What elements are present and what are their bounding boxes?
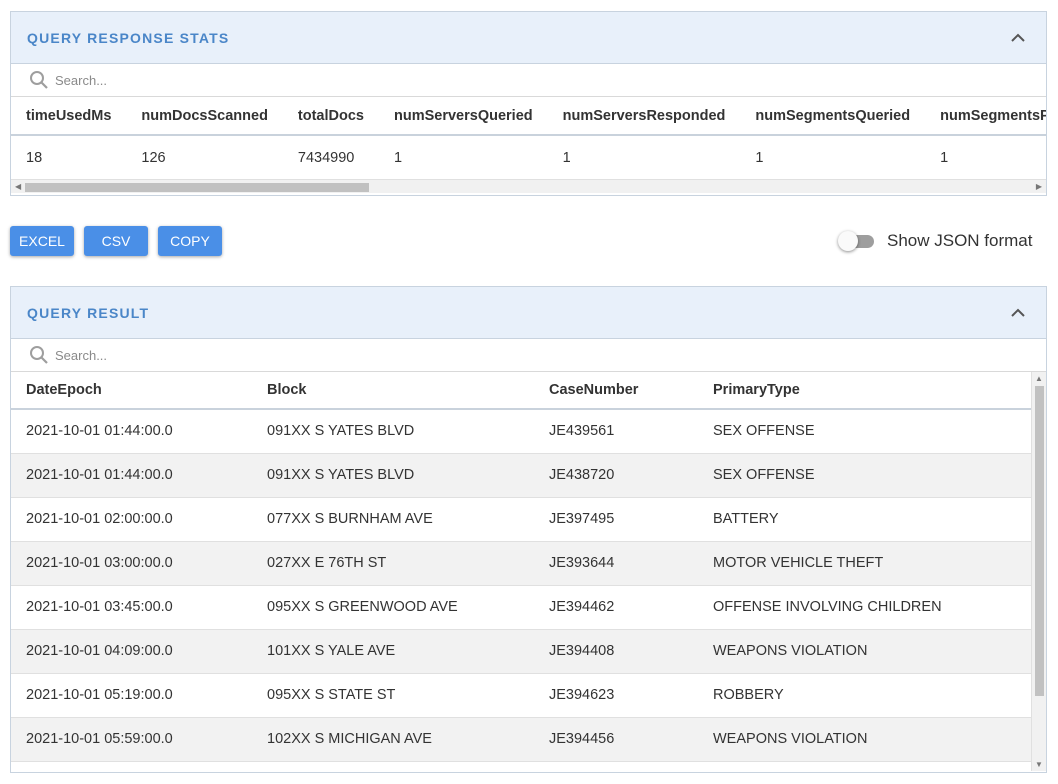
table-cell: 2021-10-01 01:44:00.0: [11, 453, 252, 498]
table-cell: 2021-10-01 01:44:00.0: [11, 409, 252, 454]
stats-table: timeUsedMs numDocsScanned totalDocs numS…: [11, 97, 1046, 179]
table-cell: 2021-10-01 04:09:00.0: [11, 629, 252, 674]
table-cell: 095XX S GREENWOOD AVE: [252, 585, 534, 630]
column-header[interactable]: totalDocs: [282, 97, 379, 136]
table-row[interactable]: 2021-10-01 02:00:00.0 077XX S BURNHAM AV…: [11, 497, 1031, 542]
column-header[interactable]: numServersQueried: [379, 97, 548, 136]
table-cell: 1: [940, 149, 949, 166]
table-cell: 077XX S BURNHAM AVE: [252, 497, 534, 542]
column-header[interactable]: numSegmentsProcessed: [925, 97, 1046, 136]
table-cell: JE397495: [534, 497, 698, 542]
table-cell: ROBBERY: [698, 673, 1031, 718]
column-header[interactable]: DateEpoch: [11, 372, 252, 410]
table-cell: 091XX S YATES BLVD: [252, 453, 534, 498]
table-cell: 101XX S YALE AVE: [252, 629, 534, 674]
scroll-down-icon[interactable]: ▼: [1035, 760, 1043, 769]
table-cell: 2021-10-01 03:00:00.0: [11, 541, 252, 586]
table-row[interactable]: 2021-10-01 05:19:00.0 095XX S STATE ST J…: [11, 673, 1031, 718]
table-cell: OFFENSE INVOLVING CHILDREN: [698, 585, 1031, 630]
table-cell: JE394408: [534, 629, 698, 674]
table-cell: JE394623: [534, 673, 698, 718]
stats-table-container: timeUsedMs numDocsScanned totalDocs numS…: [11, 97, 1046, 193]
result-table: DateEpoch Block CaseNumber PrimaryType 2…: [11, 372, 1031, 762]
table-cell: JE439561: [534, 409, 698, 454]
table-cell: JE438720: [534, 453, 698, 498]
json-format-toggle[interactable]: [838, 231, 876, 251]
table-cell: 2021-10-01 02:00:00.0: [11, 497, 252, 542]
scrollbar-thumb[interactable]: [1035, 386, 1044, 696]
table-cell: SEX OFFENSE: [698, 453, 1031, 498]
table-cell: JE394462: [534, 585, 698, 630]
table-cell: WEAPONS VIOLATION: [698, 629, 1031, 674]
column-header[interactable]: CaseNumber: [534, 372, 698, 410]
column-header[interactable]: numDocsScanned: [126, 97, 283, 136]
stats-header-row: timeUsedMs numDocsScanned totalDocs numS…: [11, 97, 1046, 136]
stats-panel-header[interactable]: QUERY RESPONSE STATS: [11, 12, 1046, 64]
stats-search-bar: [11, 64, 1046, 97]
table-cell: 027XX E 76TH ST: [252, 541, 534, 586]
table-cell: 7434990: [297, 149, 355, 166]
toggle-knob: [838, 231, 858, 251]
table-cell: 1: [394, 149, 403, 166]
chevron-up-icon[interactable]: [1008, 28, 1028, 48]
table-cell: 2021-10-01 05:19:00.0: [11, 673, 252, 718]
vertical-scrollbar[interactable]: ▲ ▼: [1031, 372, 1046, 771]
table-cell: SEX OFFENSE: [698, 409, 1031, 454]
table-row[interactable]: 2021-10-01 05:59:00.0 102XX S MICHIGAN A…: [11, 717, 1031, 762]
json-format-toggle-label[interactable]: Show JSON format: [887, 231, 1033, 251]
result-panel-header[interactable]: QUERY RESULT: [11, 287, 1046, 339]
stats-search-input[interactable]: [55, 70, 455, 90]
column-header[interactable]: timeUsedMs: [11, 97, 127, 136]
column-header[interactable]: numSegmentsQueried: [740, 97, 926, 136]
table-row[interactable]: 2021-10-01 04:09:00.0 101XX S YALE AVE J…: [11, 629, 1031, 674]
search-icon: [29, 345, 49, 365]
scroll-up-icon[interactable]: ▲: [1035, 374, 1043, 383]
result-table-container: DateEpoch Block CaseNumber PrimaryType 2…: [11, 372, 1046, 771]
table-cell: 091XX S YATES BLVD: [252, 409, 534, 454]
table-cell: 095XX S STATE ST: [252, 673, 534, 718]
table-cell: JE394456: [534, 717, 698, 762]
scrollbar-thumb[interactable]: [25, 183, 369, 192]
table-cell: 126: [141, 149, 166, 166]
horizontal-scrollbar[interactable]: ◀ ▶: [11, 179, 1046, 193]
scroll-right-icon[interactable]: ▶: [1036, 182, 1042, 191]
copy-button[interactable]: COPY: [158, 226, 222, 256]
search-icon: [29, 70, 49, 90]
chevron-up-icon[interactable]: [1008, 303, 1028, 323]
table-cell: BATTERY: [698, 497, 1031, 542]
query-result-panel: QUERY RESULT DateEpoch Block CaseNumber …: [10, 286, 1047, 773]
table-cell: 2021-10-01 03:45:00.0: [11, 585, 252, 630]
result-search-bar: [11, 339, 1046, 372]
table-cell: 1: [562, 149, 571, 166]
table-row[interactable]: 2021-10-01 03:00:00.0 027XX E 76TH ST JE…: [11, 541, 1031, 586]
table-cell: MOTOR VEHICLE THEFT: [698, 541, 1031, 586]
table-cell: 2021-10-01 05:59:00.0: [11, 717, 252, 762]
scroll-left-icon[interactable]: ◀: [15, 182, 21, 191]
table-row[interactable]: 2021-10-01 03:45:00.0 095XX S GREENWOOD …: [11, 585, 1031, 630]
column-header[interactable]: numServersResponded: [547, 97, 741, 136]
query-response-stats-panel: QUERY RESPONSE STATS timeUsedMs numDocsS…: [10, 11, 1047, 196]
result-search-input[interactable]: [55, 345, 455, 365]
csv-button[interactable]: CSV: [84, 226, 148, 256]
table-row[interactable]: 2021-10-01 01:44:00.0 091XX S YATES BLVD…: [11, 409, 1031, 454]
column-header[interactable]: Block: [252, 372, 534, 410]
table-row[interactable]: 2021-10-01 01:44:00.0 091XX S YATES BLVD…: [11, 453, 1031, 498]
table-cell: WEAPONS VIOLATION: [698, 717, 1031, 762]
table-cell: 18: [26, 149, 43, 166]
table-row: 18 126 7434990 1 1 1 1: [11, 135, 1046, 179]
table-cell: 102XX S MICHIGAN AVE: [252, 717, 534, 762]
result-header-row: DateEpoch Block CaseNumber PrimaryType: [11, 372, 1031, 410]
column-header[interactable]: PrimaryType: [698, 372, 1031, 410]
table-cell: JE393644: [534, 541, 698, 586]
result-panel-title: QUERY RESULT: [27, 305, 150, 321]
excel-button[interactable]: EXCEL: [10, 226, 74, 256]
table-cell: 1: [755, 149, 764, 166]
stats-panel-title: QUERY RESPONSE STATS: [27, 30, 230, 46]
